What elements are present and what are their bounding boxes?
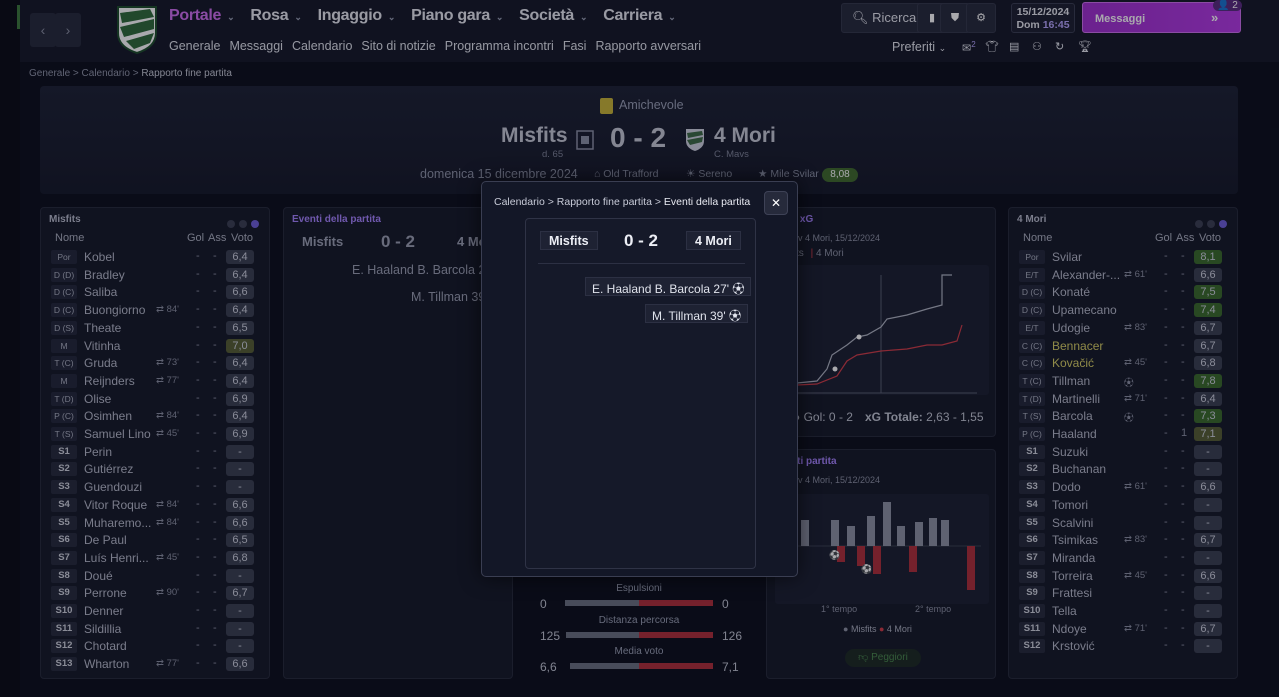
modal-breadcrumb: Calendario > Rapporto fine partita > Eve…: [494, 196, 751, 208]
close-icon[interactable]: ✕: [764, 191, 788, 215]
modal-crumb-calendario[interactable]: Calendario: [494, 196, 545, 208]
events-modal: Calendario > Rapporto fine partita > Eve…: [481, 181, 798, 577]
modal-event-goal-1: E. Haaland B. Barcola 27' ⚽︎: [585, 277, 752, 296]
ball-icon: ⚽︎: [732, 282, 745, 296]
modal-home-team: Misfits: [540, 231, 598, 250]
modal-events-list: Misfits 0 - 2 4 Mori E. Haaland B. Barco…: [525, 218, 756, 569]
modal-crumb-report[interactable]: Rapporto fine partita: [557, 196, 652, 208]
modal-event-goal-2: M. Tillman 39' ⚽︎: [645, 304, 749, 323]
modal-score: 0 - 2: [624, 231, 659, 250]
ball-icon: ⚽︎: [729, 309, 742, 323]
modal-crumb-current: Eventi della partita: [663, 196, 751, 208]
modal-away-team: 4 Mori: [686, 231, 741, 250]
